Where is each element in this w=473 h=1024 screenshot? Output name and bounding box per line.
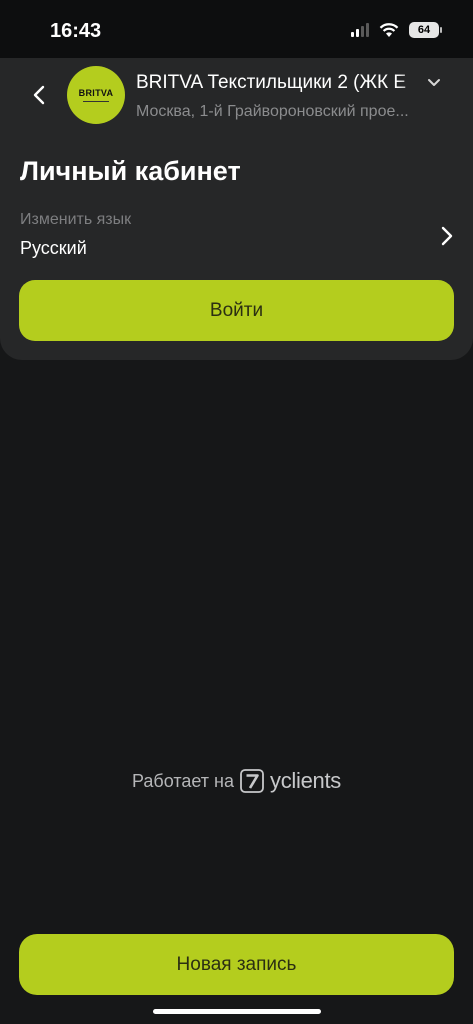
- logo-underline: [83, 101, 109, 102]
- wifi-icon: [379, 22, 399, 37]
- salon-logo[interactable]: BRITVA: [67, 66, 125, 124]
- chevron-down-icon[interactable]: [425, 74, 443, 92]
- battery-icon: 64: [409, 22, 442, 38]
- home-indicator: [153, 1009, 321, 1014]
- new-booking-button[interactable]: Новая запись: [19, 934, 454, 995]
- status-bar: 16:43 64: [0, 0, 473, 58]
- status-time: 16:43: [50, 20, 102, 42]
- language-value: Русский: [20, 238, 87, 258]
- profile-card: BRITVA BRITVA Текстильщики 2 (ЖК Е Москв…: [0, 58, 473, 360]
- page-title: Личный кабинет: [20, 156, 241, 186]
- salon-address: Москва, 1-й Грайвороновский прое...: [136, 103, 409, 120]
- yclients-logo-icon: [240, 769, 264, 793]
- language-selector[interactable]: Изменить язык Русский: [0, 208, 473, 264]
- login-button[interactable]: Войти: [19, 280, 454, 341]
- status-icons: 64: [351, 22, 442, 38]
- back-icon[interactable]: [26, 82, 52, 108]
- signal-icon: [351, 23, 369, 37]
- logo-text: BRITVA: [78, 88, 114, 98]
- salon-name-fade: [396, 70, 426, 98]
- powered-by-text: Работает на: [132, 770, 235, 791]
- salon-name[interactable]: BRITVA Текстильщики 2 (ЖК Е: [136, 72, 422, 96]
- yclients-brand: yclients: [270, 768, 341, 793]
- powered-by: Работает на yclients: [0, 766, 473, 796]
- chevron-right-icon: [441, 226, 453, 246]
- language-label: Изменить язык: [20, 211, 132, 228]
